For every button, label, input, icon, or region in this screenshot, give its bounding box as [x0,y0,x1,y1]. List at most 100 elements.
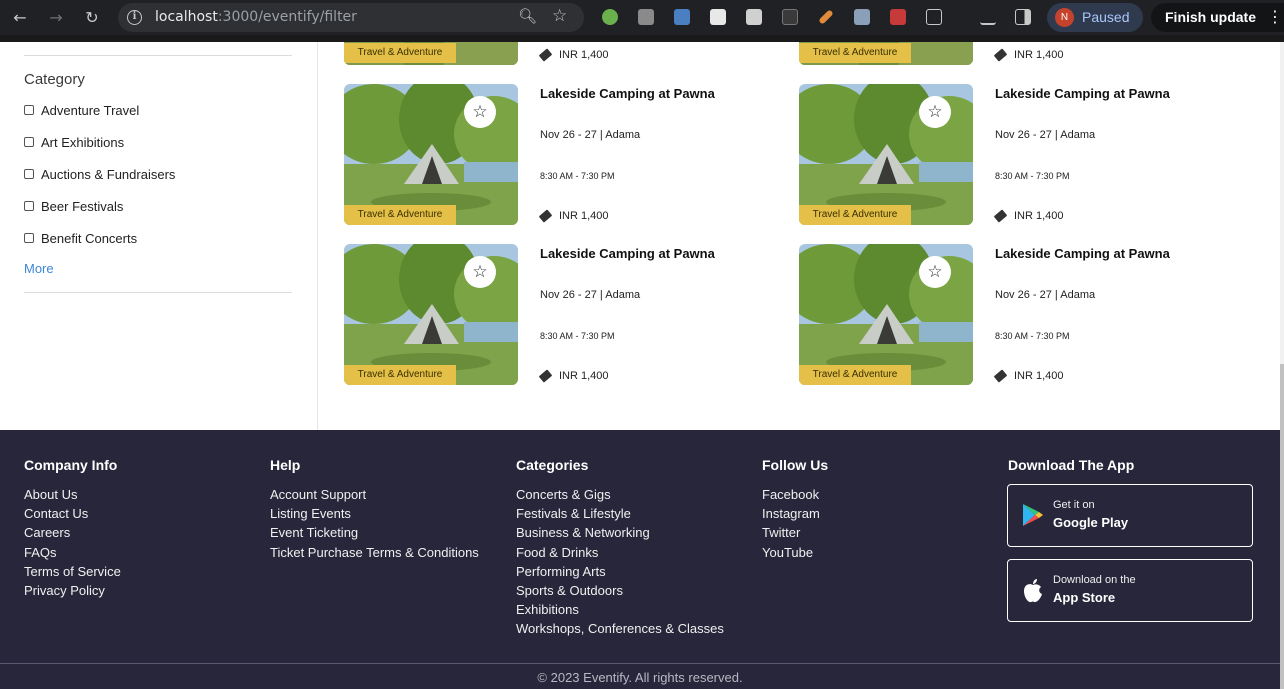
extension-red-icon[interactable] [890,9,906,25]
category-tag: Travel & Adventure [799,365,911,385]
event-title[interactable]: Lakeside Camping at Pawna [995,246,1170,261]
footer-link[interactable]: Food & Drinks [516,543,724,562]
category-option[interactable]: Beer Festivals [24,197,123,215]
extension-image-icon[interactable] [746,9,762,25]
event-card[interactable]: ☆ Travel & Adventure Lakeside Camping at… [799,84,1239,226]
side-panel-icon[interactable] [1015,9,1031,25]
footer-link[interactable]: Workshops, Conferences & Classes [516,619,724,638]
footer-link[interactable]: Careers [24,523,121,542]
favorite-star-icon[interactable]: ☆ [919,96,951,128]
category-option[interactable]: Art Exhibitions [24,133,124,151]
extension-chart-icon[interactable] [854,9,870,25]
url-host: localhost [155,9,218,25]
zoom-icon[interactable]: 🔍︎ [518,7,537,25]
event-price: INR 1,400 [993,369,1064,383]
event-date: Nov 26 - 27 [540,289,597,301]
site-info-icon[interactable]: i [127,10,142,25]
footer-link[interactable]: Account Support [270,485,479,504]
event-card-image[interactable]: ☆ Travel & Adventure [344,244,518,385]
event-title[interactable]: Lakeside Camping at Pawna [995,86,1170,101]
forward-icon[interactable]: → [45,7,67,29]
more-categories-link[interactable]: More [24,261,54,276]
page-scrollbar[interactable] [1280,42,1284,689]
extension-pen-icon[interactable] [818,9,834,25]
favorite-star-icon[interactable]: ☆ [464,256,496,288]
event-title[interactable]: Lakeside Camping at Pawna [540,246,715,261]
checkbox[interactable] [24,201,34,211]
apple-icon [1024,579,1042,603]
price-text: INR 1,400 [1014,370,1064,382]
footer-heading-company: Company Info [24,457,118,473]
address-bar[interactable]: i localhost:3000/eventify/filter 🔍︎ ☆ [118,3,584,32]
event-card[interactable]: ☆ Travel & Adventure Lakeside Camping at… [799,244,1239,386]
copyright-text: © 2023 Eventify. All rights reserved. [537,670,743,685]
footer-link[interactable]: Privacy Policy [24,581,121,600]
footer-heading-follow: Follow Us [762,457,829,473]
google-play-button[interactable]: Get it on Google Play [1007,484,1253,547]
checkbox[interactable] [24,105,34,115]
event-card-image[interactable]: Travel & Adventure [799,42,973,65]
event-date-location: Nov 26 - 27 | Adama [540,289,641,301]
extension-dots-icon[interactable] [782,9,798,25]
extensions-puzzle-icon[interactable] [926,9,942,25]
avatar: N [1055,8,1074,27]
url-text[interactable]: localhost:3000/eventify/filter [155,9,357,25]
footer-link[interactable]: Listing Events [270,504,479,523]
event-location: Adama [1060,129,1096,141]
event-location: Adama [605,289,641,301]
category-option[interactable]: Auctions & Fundraisers [24,165,175,183]
extension-b-icon[interactable] [674,9,690,25]
footer-link[interactable]: Business & Networking [516,523,724,542]
event-card-image[interactable]: ☆ Travel & Adventure [344,84,518,225]
event-title[interactable]: Lakeside Camping at Pawna [540,86,715,101]
checkbox[interactable] [24,233,34,243]
menu-kebab-icon[interactable]: ⋮ [1267,7,1283,26]
bookmark-star-icon[interactable]: ☆ [552,6,567,26]
footer-link[interactable]: Instagram [762,504,820,523]
category-option[interactable]: Adventure Travel [24,101,139,119]
favorite-star-icon[interactable]: ☆ [919,256,951,288]
footer-link[interactable]: About Us [24,485,121,504]
checkbox[interactable] [24,137,34,147]
footer-link[interactable]: Contact Us [24,504,121,523]
profile-button[interactable]: N Paused [1047,3,1143,32]
footer-link[interactable]: Exhibitions [516,600,724,619]
footer-link[interactable]: Festivals & Lifestyle [516,504,724,523]
event-card[interactable]: ☆ Travel & Adventure Lakeside Camping at… [344,84,784,226]
back-icon[interactable]: ← [9,7,31,29]
extension-add-icon[interactable] [602,9,618,25]
price-text: INR 1,400 [1014,49,1064,61]
event-card-image[interactable]: Travel & Adventure [344,42,518,65]
price-text: INR 1,400 [1014,210,1064,222]
footer-link[interactable]: Facebook [762,485,820,504]
event-card-image[interactable]: ☆ Travel & Adventure [799,244,973,385]
footer-link[interactable]: Event Ticketing [270,523,479,542]
footer-link[interactable]: Terms of Service [24,562,121,581]
event-card-image[interactable]: ☆ Travel & Adventure [799,84,973,225]
checkbox[interactable] [24,169,34,179]
event-price: INR 1,400 [538,209,609,223]
favorite-star-icon[interactable]: ☆ [464,96,496,128]
app-store-button[interactable]: Download on the App Store [1007,559,1253,622]
category-filter-title: Category [24,71,85,88]
footer-link[interactable]: Ticket Purchase Terms & Conditions [270,543,479,562]
footer-link[interactable]: Twitter [762,523,820,542]
footer-link[interactable]: Concerts & Gigs [516,485,724,504]
footer-link[interactable]: Performing Arts [516,562,724,581]
event-time: 8:30 AM - 7:30 PM [995,171,1070,181]
event-card[interactable]: ☆ Travel & Adventure Lakeside Camping at… [344,244,784,386]
reload-icon[interactable]: ↻ [81,7,103,29]
media-control-icon[interactable] [980,9,996,25]
footer-link[interactable]: FAQs [24,543,121,562]
footer-heading-help: Help [270,457,301,473]
finish-update-button[interactable]: Finish update ⋮ [1151,3,1284,32]
divider [0,663,1280,664]
footer-link[interactable]: YouTube [762,543,820,562]
footer-link[interactable]: Sports & Outdoors [516,581,724,600]
event-date: Nov 26 - 27 [995,129,1052,141]
extension-doc-icon[interactable] [710,9,726,25]
scrollbar-thumb[interactable] [1280,364,1284,689]
category-option[interactable]: Benefit Concerts [24,229,137,247]
extension-y-icon[interactable] [638,9,654,25]
category-option-label: Adventure Travel [41,102,140,118]
